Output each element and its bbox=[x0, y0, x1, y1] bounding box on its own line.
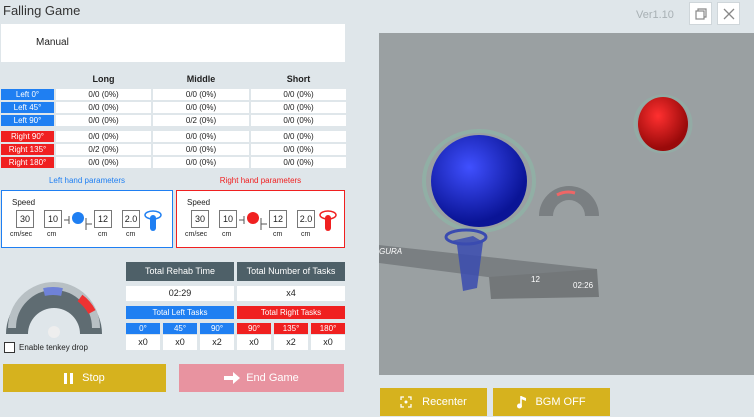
left-param-c-field[interactable]: 2.0 bbox=[122, 210, 140, 228]
speed-label: Speed bbox=[12, 198, 36, 207]
result-cell: 0/0 (0%) bbox=[153, 157, 249, 168]
result-cell: 0/2 (0%) bbox=[153, 115, 249, 126]
row-label-left-45: Left 45° bbox=[1, 102, 54, 113]
game-view[interactable]: GURA 12 02:26 bbox=[379, 33, 754, 375]
result-cell: 0/0 (0%) bbox=[153, 131, 249, 142]
right-params-title: Right hand parameters bbox=[219, 176, 302, 185]
unit-label: cm bbox=[273, 231, 283, 238]
unit-label: cm bbox=[301, 231, 311, 238]
end-game-label: End Game bbox=[246, 372, 299, 384]
left-param-a-field[interactable]: 10 bbox=[44, 210, 62, 228]
col-header-short: Short bbox=[286, 74, 311, 84]
recenter-button[interactable]: Recenter bbox=[380, 388, 487, 416]
right-angle-header: 90° bbox=[237, 323, 271, 334]
left-tasks-header: Total Left Tasks bbox=[126, 306, 234, 319]
mode-box[interactable]: Manual bbox=[1, 24, 345, 62]
bgm-label: BGM OFF bbox=[535, 396, 586, 408]
pause-icon bbox=[64, 372, 74, 384]
unit-label: cm bbox=[126, 231, 136, 238]
result-cell: 0/0 (0%) bbox=[56, 89, 151, 100]
right-count: x0 bbox=[237, 335, 271, 350]
rehab-time-value: 02:29 bbox=[126, 286, 234, 301]
left-count: x0 bbox=[163, 335, 197, 350]
left-angle-header: 0° bbox=[126, 323, 160, 334]
hud-time: 02:26 bbox=[573, 281, 594, 290]
right-param-a-field[interactable]: 10 bbox=[219, 210, 237, 228]
unit-label: cm/sec bbox=[10, 231, 33, 238]
tenkey-label: Enable tenkey drop bbox=[19, 343, 88, 352]
mode-label: Manual bbox=[36, 37, 69, 48]
left-param-b-field[interactable]: 12 bbox=[94, 210, 112, 228]
row-label-right-135: Right 135° bbox=[1, 144, 54, 155]
result-cell: 0/2 (0%) bbox=[56, 144, 151, 155]
result-cell: 0/0 (0%) bbox=[251, 102, 346, 113]
tasks-header: Total Number of Tasks bbox=[237, 262, 345, 281]
result-cell: 0/0 (0%) bbox=[153, 89, 249, 100]
left-speed-field[interactable]: 30 bbox=[16, 210, 34, 228]
row-label-left-90: Left 90° bbox=[1, 115, 54, 126]
left-params-panel: Speed 30 cm/sec 10 cm 12 cm 2.0 cm bbox=[1, 190, 173, 248]
result-cell: 0/0 (0%) bbox=[56, 115, 151, 126]
unit-label: cm bbox=[98, 231, 108, 238]
left-ball-dim-icon bbox=[64, 212, 92, 230]
hud-brand: GURA bbox=[379, 247, 403, 256]
result-cell: 0/0 (0%) bbox=[56, 102, 151, 113]
close-icon bbox=[723, 8, 734, 19]
close-button[interactable] bbox=[717, 2, 740, 25]
result-cell: 0/0 (0%) bbox=[153, 102, 249, 113]
right-params-panel: Speed 30 cm/sec 10 cm 12 cm 2.0 cm bbox=[176, 190, 345, 248]
arrow-right-icon bbox=[224, 372, 241, 384]
right-param-c-field[interactable]: 2.0 bbox=[297, 210, 315, 228]
right-ball-dim-icon bbox=[239, 212, 267, 230]
left-controller-icon bbox=[144, 210, 162, 231]
left-angle-header: 45° bbox=[163, 323, 197, 334]
result-cell: 0/0 (0%) bbox=[251, 89, 346, 100]
stop-button[interactable]: Stop bbox=[3, 364, 166, 392]
result-cell: 0/0 (0%) bbox=[251, 131, 346, 142]
right-speed-field[interactable]: 30 bbox=[191, 210, 209, 228]
bgm-button[interactable]: BGM OFF bbox=[493, 388, 610, 416]
left-count: x2 bbox=[200, 335, 234, 350]
left-params-title: Left hand parameters bbox=[48, 176, 126, 185]
right-count: x2 bbox=[274, 335, 308, 350]
right-angle-header: 135° bbox=[274, 323, 308, 334]
app-title: Falling Game bbox=[3, 3, 81, 18]
recenter-label: Recenter bbox=[422, 396, 467, 408]
result-cell: 0/0 (0%) bbox=[153, 144, 249, 155]
unit-label: cm/sec bbox=[185, 231, 208, 238]
tenkey-checkbox[interactable] bbox=[4, 342, 15, 353]
result-cell: 0/0 (0%) bbox=[251, 115, 346, 126]
col-header-middle: Middle bbox=[186, 74, 216, 84]
rehab-time-header: Total Rehab Time bbox=[126, 262, 234, 281]
version-label: Ver1.10 bbox=[636, 9, 674, 21]
unit-label: cm bbox=[47, 231, 57, 238]
right-tasks-header: Total Right Tasks bbox=[237, 306, 345, 319]
restore-icon bbox=[694, 7, 707, 20]
speed-label: Speed bbox=[187, 198, 211, 207]
right-param-b-field[interactable]: 12 bbox=[269, 210, 287, 228]
scene-graphic bbox=[379, 33, 754, 375]
recenter-icon bbox=[400, 396, 412, 408]
right-controller-icon bbox=[319, 210, 337, 231]
result-cell: 0/0 (0%) bbox=[56, 131, 151, 142]
unit-label: cm bbox=[222, 231, 232, 238]
row-label-right-90: Right 90° bbox=[1, 131, 54, 142]
row-label-left-0: Left 0° bbox=[1, 89, 54, 100]
col-header-long: Long bbox=[92, 74, 115, 84]
right-angle-header: 180° bbox=[311, 323, 345, 334]
restore-button[interactable] bbox=[689, 2, 712, 25]
left-angle-header: 90° bbox=[200, 323, 234, 334]
music-note-icon bbox=[517, 396, 527, 409]
result-cell: 0/0 (0%) bbox=[251, 144, 346, 155]
hud-count: 12 bbox=[531, 275, 540, 284]
stop-label: Stop bbox=[82, 372, 105, 384]
end-game-button[interactable]: End Game bbox=[179, 364, 344, 392]
right-count: x0 bbox=[311, 335, 345, 350]
left-count: x0 bbox=[126, 335, 160, 350]
result-cell: 0/0 (0%) bbox=[56, 157, 151, 168]
tasks-value: x4 bbox=[237, 286, 345, 301]
angle-dial-icon[interactable] bbox=[4, 262, 104, 338]
row-label-right-180: Right 180° bbox=[1, 157, 54, 168]
result-cell: 0/0 (0%) bbox=[251, 157, 346, 168]
